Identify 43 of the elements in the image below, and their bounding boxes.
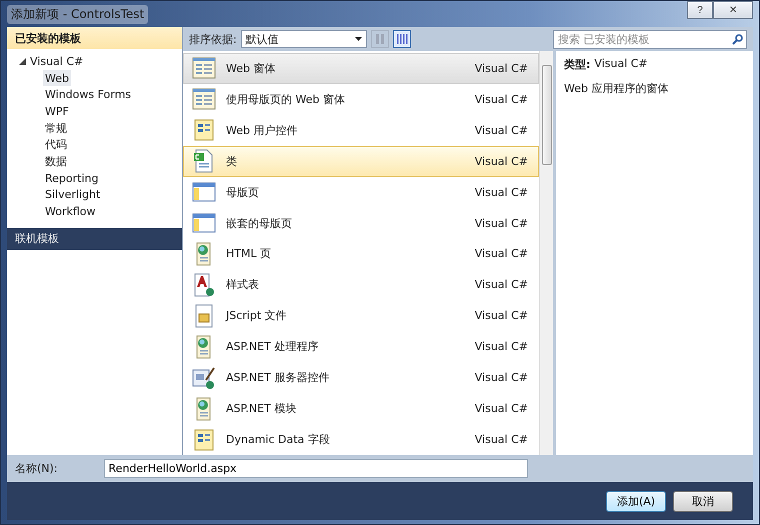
tree-item[interactable]: 常规 bbox=[43, 120, 69, 136]
view-toggle-button[interactable] bbox=[392, 30, 411, 48]
search-icon[interactable] bbox=[732, 34, 743, 44]
template-row[interactable]: 类 Visual C# bbox=[183, 146, 539, 177]
tree-item[interactable]: Silverlight bbox=[43, 186, 102, 204]
view-toggle-button[interactable] bbox=[370, 30, 389, 48]
type-value: Visual C# bbox=[594, 57, 648, 72]
search-field[interactable]: 搜索 已安装的模板 bbox=[553, 30, 747, 48]
control-icon bbox=[192, 118, 216, 142]
tree-item[interactable]: Workflow bbox=[43, 203, 98, 220]
add-button[interactable]: 添加(A) bbox=[606, 490, 666, 512]
columns-icon bbox=[374, 33, 386, 45]
server-control-icon bbox=[192, 366, 216, 390]
tree-item[interactable]: Windows Forms bbox=[43, 86, 134, 104]
sidebar-section[interactable]: 联机模板 bbox=[7, 228, 182, 250]
help-button[interactable]: ? bbox=[687, 1, 713, 19]
cancel-button[interactable]: 取消 bbox=[673, 490, 733, 512]
expanded-triangle-icon[interactable] bbox=[19, 58, 26, 65]
sort-label: 排序依据: bbox=[189, 32, 237, 46]
type-label: 类型: bbox=[564, 57, 590, 72]
description-text: Web 应用程序的窗体 bbox=[564, 81, 670, 96]
tree-item[interactable]: Web bbox=[43, 70, 71, 86]
page-icon bbox=[192, 211, 216, 236]
form-icon bbox=[192, 87, 216, 112]
stylesheet-icon bbox=[192, 272, 216, 297]
name-input[interactable]: RenderHelloWorld.aspx bbox=[104, 459, 528, 478]
form-icon bbox=[192, 56, 216, 80]
name-label: 名称(N): bbox=[15, 461, 58, 476]
tree-item[interactable]: 数据 bbox=[43, 153, 69, 170]
tree-item[interactable]: WPF bbox=[43, 103, 71, 120]
tree-item[interactable]: 代码 bbox=[43, 136, 69, 154]
sort-dropdown[interactable]: 默认值 bbox=[240, 30, 367, 48]
tree-item[interactable]: Reporting bbox=[43, 170, 100, 186]
tree-item[interactable]: Visual C# bbox=[30, 54, 84, 68]
template-row[interactable]: Web 窗体 Visual C# bbox=[183, 53, 539, 84]
page-icon bbox=[192, 180, 216, 204]
control-icon bbox=[192, 428, 216, 452]
scrollbar[interactable] bbox=[539, 51, 553, 455]
window-title: 添加新项 - ControlsTest bbox=[7, 4, 148, 24]
columns-icon bbox=[396, 33, 408, 45]
dropdown-arrow-icon bbox=[354, 37, 362, 41]
close-button[interactable]: ✕ bbox=[713, 1, 753, 19]
sidebar-section[interactable]: 已安装的模板 bbox=[7, 27, 182, 49]
